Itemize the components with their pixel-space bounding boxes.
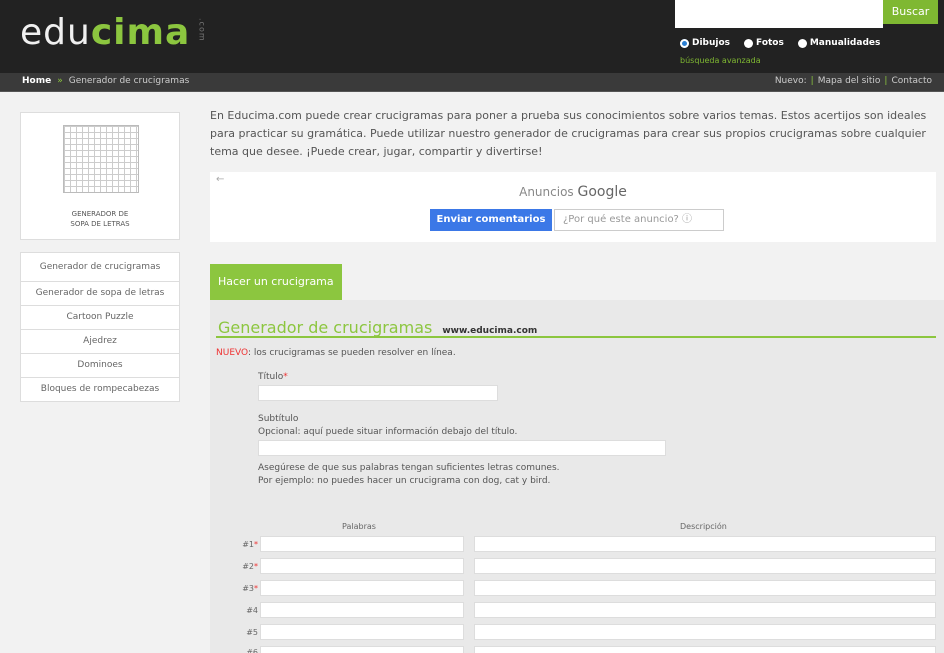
breadcrumb-separator: » bbox=[57, 76, 63, 86]
title-input[interactable] bbox=[258, 385, 498, 401]
nav-link-contact[interactable]: Contacto bbox=[891, 76, 932, 86]
row-number: #3* bbox=[242, 584, 258, 593]
breadcrumb-current: Generador de crucigramas bbox=[68, 76, 190, 86]
search-input[interactable] bbox=[675, 0, 883, 28]
row-number: #1* bbox=[242, 540, 258, 549]
site-logo[interactable]: educima .com bbox=[20, 12, 206, 53]
why-this-ad-button[interactable]: ¿Por qué este anuncio? ⓘ bbox=[554, 209, 724, 231]
title-divider bbox=[216, 336, 936, 338]
row-number: #4 bbox=[246, 606, 258, 615]
nav-link-sitemap[interactable]: Mapa del sitio bbox=[818, 76, 881, 86]
intro-text: En Educima.com puede crear crucigramas p… bbox=[210, 109, 927, 158]
radio-fotos[interactable]: Fotos bbox=[744, 38, 784, 48]
sidebar-item-ajedrez[interactable]: Ajedrez bbox=[20, 330, 180, 354]
top-header: educima .com Buscar Dibujos Fotos Manuali… bbox=[0, 0, 944, 73]
breadcrumb: Home » Generador de crucigramas bbox=[22, 76, 189, 86]
description-input[interactable] bbox=[474, 624, 936, 640]
tip-line-1: Asegúrese de que sus palabras tengan suf… bbox=[258, 463, 560, 473]
nuevo-notice: NUEVO: los crucigramas se pueden resolve… bbox=[216, 348, 456, 358]
description-input[interactable] bbox=[474, 580, 936, 596]
subtitle-label: Subtítulo bbox=[258, 414, 299, 424]
radio-unselected-icon bbox=[744, 38, 754, 48]
nav-link-nuevo[interactable]: Nuevo: bbox=[775, 76, 807, 86]
tip-line-2: Por ejemplo: no puedes hacer un crucigra… bbox=[258, 476, 551, 486]
word-input[interactable] bbox=[260, 624, 464, 640]
sidebar-item-crucigramas[interactable]: Generador de crucigramas bbox=[20, 252, 180, 282]
panel-site: www.educima.com bbox=[442, 326, 538, 336]
description-input[interactable] bbox=[474, 602, 936, 618]
word-search-grid-image bbox=[63, 125, 139, 193]
radio-dibujos[interactable]: Dibujos bbox=[680, 38, 730, 48]
description-input[interactable] bbox=[474, 536, 936, 552]
ads-block: ← Anuncios Google Enviar comentarios ¿Po… bbox=[210, 172, 936, 242]
word-input[interactable] bbox=[260, 558, 464, 574]
description-input[interactable] bbox=[474, 558, 936, 574]
crossword-form-panel: Generador de crucigramas www.educima.com … bbox=[210, 300, 944, 653]
send-feedback-button[interactable]: Enviar comentarios bbox=[430, 209, 552, 231]
word-input[interactable] bbox=[260, 646, 464, 653]
radio-unselected-icon bbox=[797, 38, 807, 48]
radio-manualidades[interactable]: Manualidades bbox=[797, 38, 880, 48]
description-input[interactable] bbox=[474, 646, 936, 653]
breadcrumb-home[interactable]: Home bbox=[22, 76, 51, 86]
column-header-words: Palabras bbox=[342, 522, 376, 531]
panel-title: Generador de crucigramas www.educima.com bbox=[218, 318, 538, 337]
row-number: #5 bbox=[246, 628, 258, 637]
tab-hacer-crucigrama[interactable]: Hacer un crucigrama bbox=[210, 264, 342, 300]
radio-selected-icon bbox=[680, 38, 689, 48]
sidebar-item-sopa-de-letras[interactable]: Generador de sopa de letras bbox=[20, 282, 180, 306]
word-input[interactable] bbox=[260, 602, 464, 618]
top-nav-links: Nuevo: | Mapa del sitio | Contacto bbox=[774, 76, 932, 86]
title-label: Título* bbox=[258, 372, 288, 382]
row-number: #6 bbox=[246, 648, 258, 653]
thumbnail-caption: GENERADOR DE SOPA DE LETRAS bbox=[70, 210, 130, 228]
search-type-radios: Dibujos Fotos Manualidades bbox=[680, 38, 880, 48]
sidebar-item-bloques[interactable]: Bloques de rompecabezas bbox=[20, 378, 180, 402]
column-header-description: Descripción bbox=[680, 522, 727, 531]
search-button[interactable]: Buscar bbox=[883, 0, 938, 24]
word-input[interactable] bbox=[260, 536, 464, 552]
word-input[interactable] bbox=[260, 580, 464, 596]
subtitle-help: Opcional: aquí puede situar información … bbox=[258, 427, 518, 437]
subtitle-input[interactable] bbox=[258, 440, 666, 456]
sidebar-item-dominoes[interactable]: Dominoes bbox=[20, 354, 180, 378]
ads-label: Anuncios Google bbox=[519, 184, 627, 200]
row-number: #2* bbox=[242, 562, 258, 571]
breadcrumb-bar: Home » Generador de crucigramas Nuevo: | Map… bbox=[0, 73, 944, 92]
sidebar-menu: Generador de crucigramas Generador de so… bbox=[20, 252, 180, 402]
advanced-search-link[interactable]: búsqueda avanzada bbox=[680, 56, 761, 65]
word-search-thumbnail[interactable]: GENERADOR DE SOPA DE LETRAS bbox=[20, 112, 180, 240]
sidebar-item-cartoon-puzzle[interactable]: Cartoon Puzzle bbox=[20, 306, 180, 330]
